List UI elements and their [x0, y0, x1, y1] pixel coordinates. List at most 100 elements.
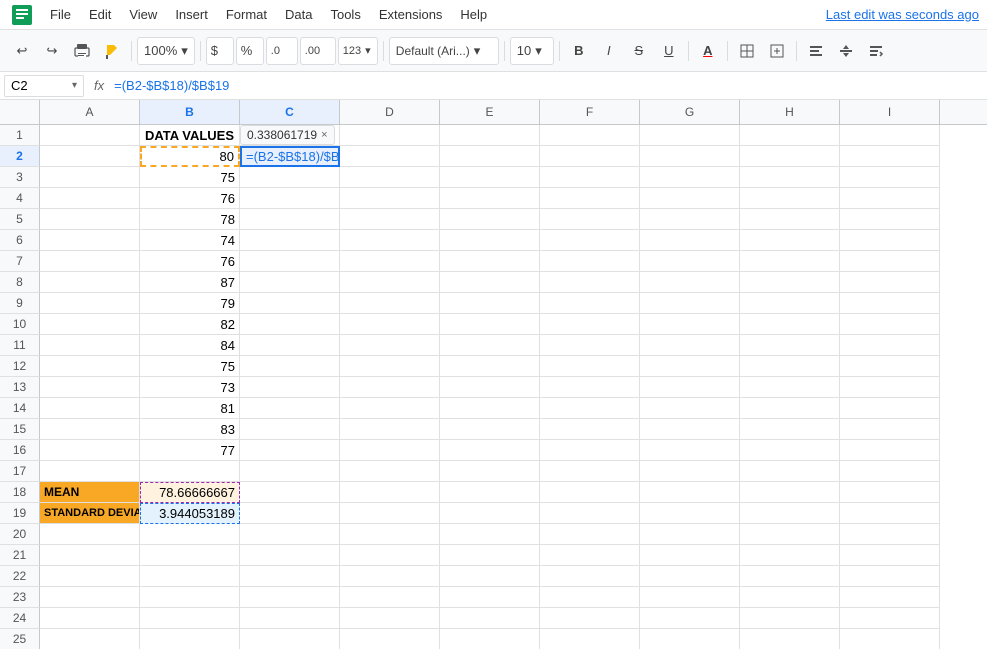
cell-g9[interactable]	[640, 293, 740, 314]
cell-d12[interactable]	[340, 356, 440, 377]
cell-d4[interactable]	[340, 188, 440, 209]
cell-a19[interactable]: STANDARD DEVIATION	[40, 503, 140, 524]
col-header-a[interactable]: A	[40, 100, 140, 124]
row-num-4[interactable]: 4	[0, 188, 40, 209]
cell-e20[interactable]	[440, 524, 540, 545]
cell-c16[interactable]	[240, 440, 340, 461]
cell-h11[interactable]	[740, 335, 840, 356]
cell-e25[interactable]	[440, 629, 540, 649]
col-header-h[interactable]: H	[740, 100, 840, 124]
cell-f18[interactable]	[540, 482, 640, 503]
cell-d1[interactable]	[340, 125, 440, 146]
cell-d13[interactable]	[340, 377, 440, 398]
cell-h10[interactable]	[740, 314, 840, 335]
cell-f14[interactable]	[540, 398, 640, 419]
cell-d5[interactable]	[340, 209, 440, 230]
cell-a25[interactable]	[40, 629, 140, 649]
valign-button[interactable]	[832, 37, 860, 65]
cell-e18[interactable]	[440, 482, 540, 503]
decimal0-button[interactable]: .0	[266, 37, 298, 65]
cell-g20[interactable]	[640, 524, 740, 545]
cell-a14[interactable]	[40, 398, 140, 419]
row-num-22[interactable]: 22	[0, 566, 40, 587]
cell-f16[interactable]	[540, 440, 640, 461]
cell-h8[interactable]	[740, 272, 840, 293]
cell-g25[interactable]	[640, 629, 740, 649]
cell-d20[interactable]	[340, 524, 440, 545]
cell-i20[interactable]	[840, 524, 940, 545]
col-header-e[interactable]: E	[440, 100, 540, 124]
cell-b2[interactable]: 80	[140, 146, 240, 167]
cell-c13[interactable]	[240, 377, 340, 398]
cell-b25[interactable]	[140, 629, 240, 649]
last-edit-link[interactable]: Last edit was seconds ago	[826, 7, 979, 22]
cell-h24[interactable]	[740, 608, 840, 629]
cell-h3[interactable]	[740, 167, 840, 188]
cell-e24[interactable]	[440, 608, 540, 629]
row-num-6[interactable]: 6	[0, 230, 40, 251]
cell-f8[interactable]	[540, 272, 640, 293]
cell-c20[interactable]	[240, 524, 340, 545]
cell-d3[interactable]	[340, 167, 440, 188]
cell-b21[interactable]	[140, 545, 240, 566]
cell-b7[interactable]: 76	[140, 251, 240, 272]
print-button[interactable]	[68, 37, 96, 65]
cell-g24[interactable]	[640, 608, 740, 629]
cell-h16[interactable]	[740, 440, 840, 461]
row-num-8[interactable]: 8	[0, 272, 40, 293]
cell-i4[interactable]	[840, 188, 940, 209]
cell-h13[interactable]	[740, 377, 840, 398]
cell-g23[interactable]	[640, 587, 740, 608]
col-header-i[interactable]: I	[840, 100, 940, 124]
cell-b4[interactable]: 76	[140, 188, 240, 209]
cell-c5[interactable]	[240, 209, 340, 230]
cell-e6[interactable]	[440, 230, 540, 251]
cell-e22[interactable]	[440, 566, 540, 587]
cell-b13[interactable]: 73	[140, 377, 240, 398]
cell-d9[interactable]	[340, 293, 440, 314]
cell-h4[interactable]	[740, 188, 840, 209]
col-header-d[interactable]: D	[340, 100, 440, 124]
decimal00-button[interactable]: .00	[300, 37, 336, 65]
cell-i23[interactable]	[840, 587, 940, 608]
row-num-23[interactable]: 23	[0, 587, 40, 608]
cell-d11[interactable]	[340, 335, 440, 356]
cell-g7[interactable]	[640, 251, 740, 272]
cell-f11[interactable]	[540, 335, 640, 356]
cell-i9[interactable]	[840, 293, 940, 314]
cell-h21[interactable]	[740, 545, 840, 566]
cell-g22[interactable]	[640, 566, 740, 587]
cell-c1[interactable]: 0.338061719 ×	[240, 125, 340, 146]
cell-h5[interactable]	[740, 209, 840, 230]
cell-b9[interactable]: 79	[140, 293, 240, 314]
cell-a1[interactable]	[40, 125, 140, 146]
menu-extensions[interactable]: Extensions	[371, 3, 451, 26]
cell-d15[interactable]	[340, 419, 440, 440]
cell-a6[interactable]	[40, 230, 140, 251]
cell-e12[interactable]	[440, 356, 540, 377]
cell-b20[interactable]	[140, 524, 240, 545]
cell-b17[interactable]	[140, 461, 240, 482]
more-formats-button[interactable]: 123 ▾	[338, 37, 378, 65]
cell-d21[interactable]	[340, 545, 440, 566]
cell-e14[interactable]	[440, 398, 540, 419]
zoom-select[interactable]: 100% ▾	[137, 37, 195, 65]
paintformat-button[interactable]	[98, 37, 126, 65]
cell-g16[interactable]	[640, 440, 740, 461]
cell-f9[interactable]	[540, 293, 640, 314]
cell-b12[interactable]: 75	[140, 356, 240, 377]
cell-g17[interactable]	[640, 461, 740, 482]
wrap-button[interactable]	[862, 37, 890, 65]
cell-b1[interactable]: DATA VALUES	[140, 125, 240, 146]
row-num-13[interactable]: 13	[0, 377, 40, 398]
menu-data[interactable]: Data	[277, 3, 320, 26]
cell-i10[interactable]	[840, 314, 940, 335]
cell-f13[interactable]	[540, 377, 640, 398]
menu-file[interactable]: File	[42, 3, 79, 26]
cell-d18[interactable]	[340, 482, 440, 503]
row-num-10[interactable]: 10	[0, 314, 40, 335]
cell-i12[interactable]	[840, 356, 940, 377]
cell-g10[interactable]	[640, 314, 740, 335]
borders-button[interactable]	[733, 37, 761, 65]
cell-h17[interactable]	[740, 461, 840, 482]
